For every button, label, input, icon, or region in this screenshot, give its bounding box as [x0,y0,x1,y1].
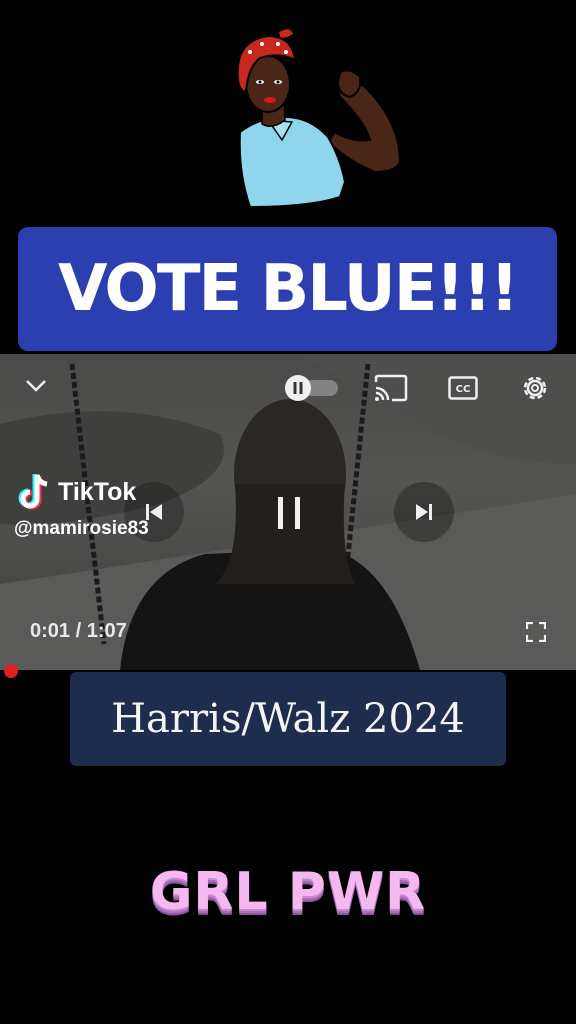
fullscreen-icon[interactable] [522,618,550,646]
next-icon[interactable] [394,482,454,542]
vote-blue-banner: VOTE BLUE!!! [18,227,557,351]
time-display: 0:01 / 1:07 [30,620,127,642]
progress-scrubber[interactable] [4,664,18,678]
harris-walz-banner: Harris/Walz 2024 [70,672,506,766]
svg-text:CC: CC [456,384,471,395]
tiktok-brand-text: TikTok [58,478,137,506]
vote-blue-text: VOTE BLUE!!! [58,252,519,326]
chevron-down-icon[interactable] [22,372,50,400]
harris-walz-text: Harris/Walz 2024 [111,696,465,742]
cast-icon[interactable] [372,372,410,404]
pause-icon[interactable] [258,482,320,544]
creator-handle: @mamirosie83 [14,518,149,539]
rosie-riveter-illustration [236,27,402,209]
settings-icon[interactable] [516,370,554,406]
autoplay-toggle-icon[interactable] [284,374,340,402]
grl-pwr-text: GRL PWR [149,862,427,922]
tiktok-logo-icon [18,472,54,512]
captions-icon[interactable]: CC [446,372,480,404]
